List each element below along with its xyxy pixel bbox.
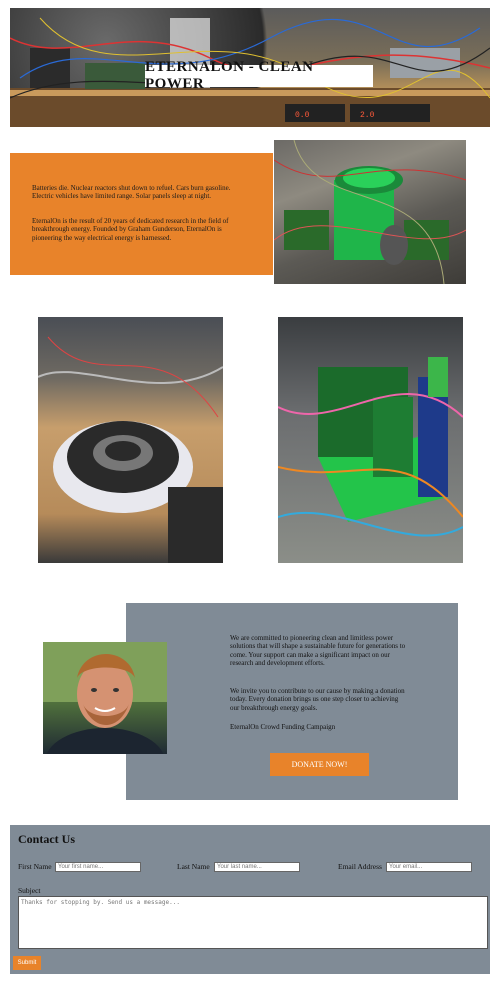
hero-title: ETERNALON - CLEAN POWER (145, 59, 373, 92)
first-name-input[interactable]: Your first name... (55, 862, 141, 872)
last-name-label: Last Name (177, 862, 210, 871)
mission-paragraph-1: We are committed to pioneering clean and… (230, 634, 406, 667)
intro-panel: Batteries die. Nuclear reactors shut dow… (10, 153, 273, 275)
hero-banner: 0.0 2.0 ETERNALON - CLEAN POWER (10, 8, 490, 127)
mission-panel: We are committed to pioneering clean and… (126, 603, 458, 800)
intro-paragraph-1: Batteries die. Nuclear reactors shut dow… (32, 184, 231, 201)
email-input[interactable]: Your email... (386, 862, 472, 872)
svg-text:0.0: 0.0 (295, 111, 310, 120)
last-name-input[interactable]: Your last name... (214, 862, 300, 872)
submit-button[interactable]: Submit (13, 956, 41, 970)
first-name-label: First Name (18, 862, 52, 871)
subject-label: Subject (18, 886, 41, 895)
intro-paragraph-2: EternalOn is the result of 20 years of d… (32, 217, 229, 242)
coil-photo (38, 317, 223, 563)
svg-text:2.0: 2.0 (360, 111, 375, 120)
contact-heading: Contact Us (18, 832, 75, 846)
device-photo (274, 140, 466, 284)
contact-form: Contact Us First Name Your first name...… (10, 825, 490, 974)
circuit-board-photo (278, 317, 463, 563)
message-textarea[interactable]: Thanks for stopping by. Send us a messag… (18, 896, 488, 949)
campaign-name: EternalOn Crowd Funding Campaign (230, 723, 336, 731)
email-label: Email Address (338, 862, 382, 871)
donate-button[interactable]: DONATE NOW! (270, 753, 369, 776)
mission-paragraph-2: We invite you to contribute to our cause… (230, 687, 405, 712)
founder-portrait (43, 642, 167, 754)
